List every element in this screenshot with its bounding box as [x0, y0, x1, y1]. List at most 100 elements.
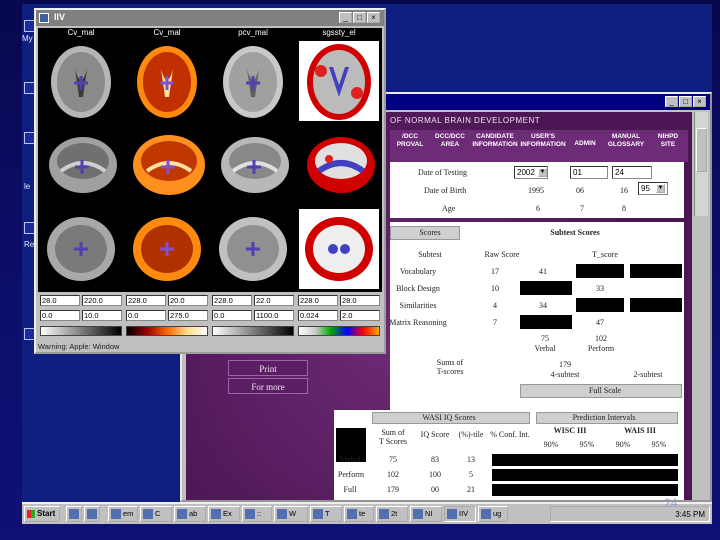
- subtest-row-t: 34: [539, 301, 547, 310]
- brain-axial-gray-image[interactable]: [213, 41, 293, 121]
- taskbar-item-label: ::: [257, 509, 262, 518]
- testing-year-value: 2002: [517, 168, 535, 177]
- brain-sagittal-segmentation-image[interactable]: [299, 125, 379, 205]
- site-nav: /DCC PROVAL DCC/DCC AREA CANDIDATE INFOR…: [390, 130, 688, 162]
- maximize-button[interactable]: □: [353, 12, 366, 23]
- birth-year: 1995: [528, 186, 544, 195]
- brain-axial-hotmap-image[interactable]: [127, 41, 207, 121]
- clock[interactable]: 3:45 PM: [675, 510, 705, 519]
- viewer-value-field[interactable]: 22.0: [254, 295, 294, 306]
- brain-coronal-t1-image[interactable]: [41, 209, 121, 289]
- brain-axial-segmentation-image[interactable]: [299, 41, 379, 121]
- print-button[interactable]: Print: [228, 360, 308, 376]
- column-title: pcv_mal: [210, 28, 296, 40]
- viewer-range-field[interactable]: 0.0: [40, 310, 80, 321]
- perform-label: Perform: [587, 344, 615, 353]
- viewer-value-field[interactable]: 228.0: [126, 295, 166, 306]
- age-days: 8: [622, 204, 626, 213]
- score-cell-black: [630, 298, 682, 312]
- conf-level: 95%: [651, 440, 667, 449]
- taskbar-item[interactable]: 2t: [376, 506, 408, 522]
- two-subtest-label: 2-subtest: [633, 370, 663, 379]
- minimize-button[interactable]: _: [339, 12, 352, 23]
- testing-month-field[interactable]: 01: [570, 166, 608, 179]
- taskbar-item[interactable]: ab: [174, 506, 206, 522]
- viewer-range-field[interactable]: 0.0: [126, 310, 166, 321]
- start-button[interactable]: Start: [24, 506, 60, 522]
- testing-day-value: 24: [615, 168, 624, 177]
- window-icon: [211, 509, 221, 519]
- taskbar-item[interactable]: Ex: [208, 506, 240, 522]
- interval-cell: [492, 469, 678, 481]
- date-of-birth-label: Date of Birth: [424, 186, 467, 195]
- brain-coronal-gray-image[interactable]: [213, 209, 293, 289]
- nav-item-candidate[interactable]: CANDIDATE INFORMATION: [472, 133, 518, 149]
- viewer-value-field[interactable]: 28.0: [340, 295, 380, 306]
- window-icon: [177, 509, 187, 519]
- column-title: Cv_mal: [124, 28, 210, 40]
- quicklaunch-icon[interactable]: [66, 506, 82, 522]
- testing-day-field[interactable]: 24: [612, 166, 652, 179]
- viewer-range-field[interactable]: 2.0: [340, 310, 380, 321]
- wais-label: WAIS III: [624, 426, 656, 435]
- four-subtest-value: 179: [559, 360, 571, 369]
- percentile-header: (%)-tile: [458, 430, 484, 439]
- nav-item-dcc-area[interactable]: DCC/DCC AREA: [430, 133, 470, 149]
- taskbar-item[interactable]: W: [274, 506, 308, 522]
- taskbar-item[interactable]: IIV: [444, 506, 476, 522]
- close-button[interactable]: ×: [693, 96, 706, 107]
- testing-month-value: 01: [573, 168, 582, 177]
- verbal-label: Verbal: [534, 344, 556, 353]
- subtest-row-name: Block Design: [396, 284, 440, 293]
- for-more-button[interactable]: For more: [228, 378, 308, 394]
- browser-icon: [69, 509, 79, 519]
- viewer-range-field[interactable]: 1100.0: [254, 310, 294, 321]
- maximize-button[interactable]: □: [679, 96, 692, 107]
- verbal-sum: 75: [541, 334, 549, 343]
- viewer-value-field[interactable]: 228.0: [212, 295, 252, 306]
- viewer-value-field[interactable]: 28.0: [40, 295, 80, 306]
- nav-item-approval[interactable]: /DCC PROVAL: [392, 133, 428, 149]
- quicklaunch-icon[interactable]: [84, 506, 100, 522]
- viewer-range-field[interactable]: 10.0: [82, 310, 122, 321]
- viewer-value-field[interactable]: 220.0: [82, 295, 122, 306]
- brain-coronal-hotmap-image[interactable]: [127, 209, 207, 289]
- brain-sagittal-t1-image[interactable]: [41, 125, 121, 205]
- taskbar-item[interactable]: te: [344, 506, 374, 522]
- taskbar-item[interactable]: C: [140, 506, 172, 522]
- taskbar-item[interactable]: T: [310, 506, 342, 522]
- brain-sagittal-gray-image[interactable]: [213, 125, 293, 205]
- subtest-row-t: 47: [596, 318, 604, 327]
- viewer-range-field[interactable]: 275.0: [168, 310, 208, 321]
- viewer-value-field[interactable]: 228.0: [298, 295, 338, 306]
- minimize-button[interactable]: _: [665, 96, 678, 107]
- viewer-title-bar[interactable]: IIV _ □ ×: [36, 10, 384, 26]
- taskbar-item[interactable]: NI: [410, 506, 442, 522]
- iq-row-iq: 100: [429, 470, 441, 479]
- taskbar-item[interactable]: ug: [478, 506, 508, 522]
- viewer-window-controls: _ □ ×: [339, 12, 380, 23]
- taskbar-item[interactable]: em: [108, 506, 138, 522]
- nav-item-users[interactable]: USER'S INFORMATION: [520, 133, 566, 149]
- date-panel: Date of Testing 2002 ▼ 01 24 Date of Bir…: [390, 162, 684, 218]
- iq-row-pct: 21: [467, 485, 475, 494]
- nav-item-nihpd[interactable]: NIHPD SITE: [652, 133, 684, 149]
- app-icon[interactable]: [39, 13, 49, 23]
- extra-select-value: 95: [641, 184, 650, 193]
- close-button[interactable]: ×: [367, 12, 380, 23]
- chevron-down-icon[interactable]: ▼: [538, 168, 547, 177]
- brain-axial-t1-image[interactable]: [41, 41, 121, 121]
- score-cell-black: [576, 298, 624, 312]
- scrollbar-thumb[interactable]: [696, 128, 707, 172]
- viewer-range-field[interactable]: 0.0: [212, 310, 252, 321]
- taskbar-item[interactable]: ::: [242, 506, 272, 522]
- viewer-value-field[interactable]: 20.0: [168, 295, 208, 306]
- chevron-down-icon[interactable]: ▼: [656, 184, 665, 193]
- vertical-scrollbar[interactable]: [694, 112, 708, 216]
- brain-sagittal-hotmap-image[interactable]: [127, 125, 207, 205]
- subtest-row-raw: 10: [491, 284, 499, 293]
- nav-item-admin[interactable]: ADMIN: [568, 140, 602, 148]
- brain-coronal-segmentation-image[interactable]: [299, 209, 379, 289]
- viewer-range-field[interactable]: 0.024: [298, 310, 338, 321]
- nav-item-manual[interactable]: MANUAL GLOSSARY: [604, 133, 648, 149]
